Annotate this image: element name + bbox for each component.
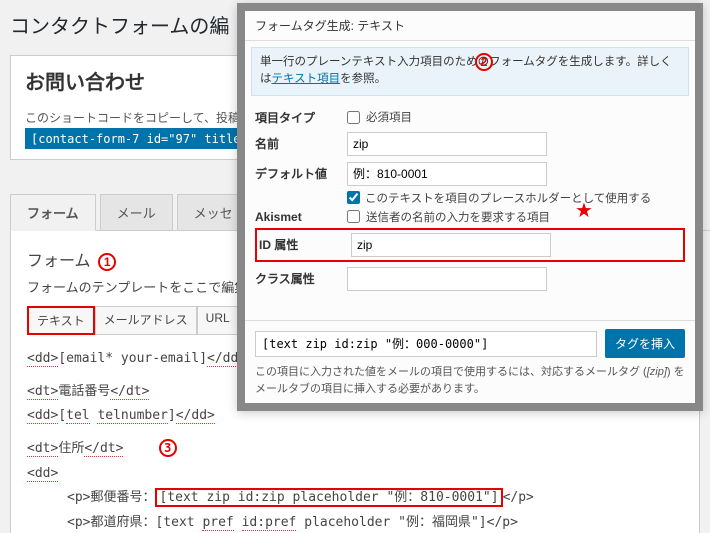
tag-generator-dialog: 2 ★ フォームタグ生成: テキスト 単一行のプレーンテキスト入力項目のためのフ… [237, 3, 703, 411]
label-default: デフォルト値 [255, 165, 347, 182]
dialog-title: フォームタグ生成: テキスト [245, 11, 695, 41]
dialog-help-link[interactable]: テキスト項目 [272, 73, 341, 85]
tagbtn-url[interactable]: URL [197, 306, 239, 335]
tab-mail[interactable]: メール [100, 194, 173, 230]
required-label: 必須項目 [366, 109, 412, 125]
insert-tag-button[interactable]: タグを挿入 [605, 329, 685, 358]
id-input[interactable] [351, 233, 551, 257]
akismet-checkbox[interactable] [347, 210, 360, 223]
class-input[interactable] [347, 267, 547, 291]
generated-tag-input[interactable] [255, 331, 597, 357]
label-akismet: Akismet [255, 210, 347, 224]
id-highlight-box: ID 属性 [255, 228, 685, 262]
name-input[interactable] [347, 132, 547, 156]
tagbtn-text[interactable]: テキスト [27, 306, 95, 335]
callout-2-icon: 2 [475, 53, 493, 71]
placeholder-checkbox[interactable] [347, 191, 360, 204]
callout-3-icon: 3 [159, 439, 177, 457]
dialog-note: この項目に入力された値をメールの項目で使用するには、対応するメールタグ ([zi… [255, 364, 685, 397]
label-id: ID 属性 [259, 236, 351, 253]
placeholder-checkbox-label: このテキストを項目のプレースホルダーとして使用する [365, 190, 651, 206]
callout-1-icon: 1 [98, 253, 116, 271]
label-class: クラス属性 [255, 270, 347, 287]
akismet-checkbox-label: 送信者の名前の入力を要求する項目 [366, 209, 550, 225]
tab-form[interactable]: フォーム [10, 194, 96, 231]
tagbtn-email[interactable]: メールアドレス [95, 306, 197, 335]
default-input[interactable] [347, 162, 547, 186]
label-type: 項目タイプ [255, 109, 347, 126]
label-name: 名前 [255, 135, 347, 152]
star-icon: ★ [575, 201, 593, 221]
dialog-info: 単一行のプレーンテキスト入力項目のためのフォームタグを生成します。詳しくはテキス… [251, 47, 689, 96]
required-checkbox[interactable] [347, 111, 360, 124]
highlight-zip: [text zip id:zip placeholder "例：810-0001… [155, 488, 502, 507]
form-sub-title: フォーム [27, 247, 91, 271]
